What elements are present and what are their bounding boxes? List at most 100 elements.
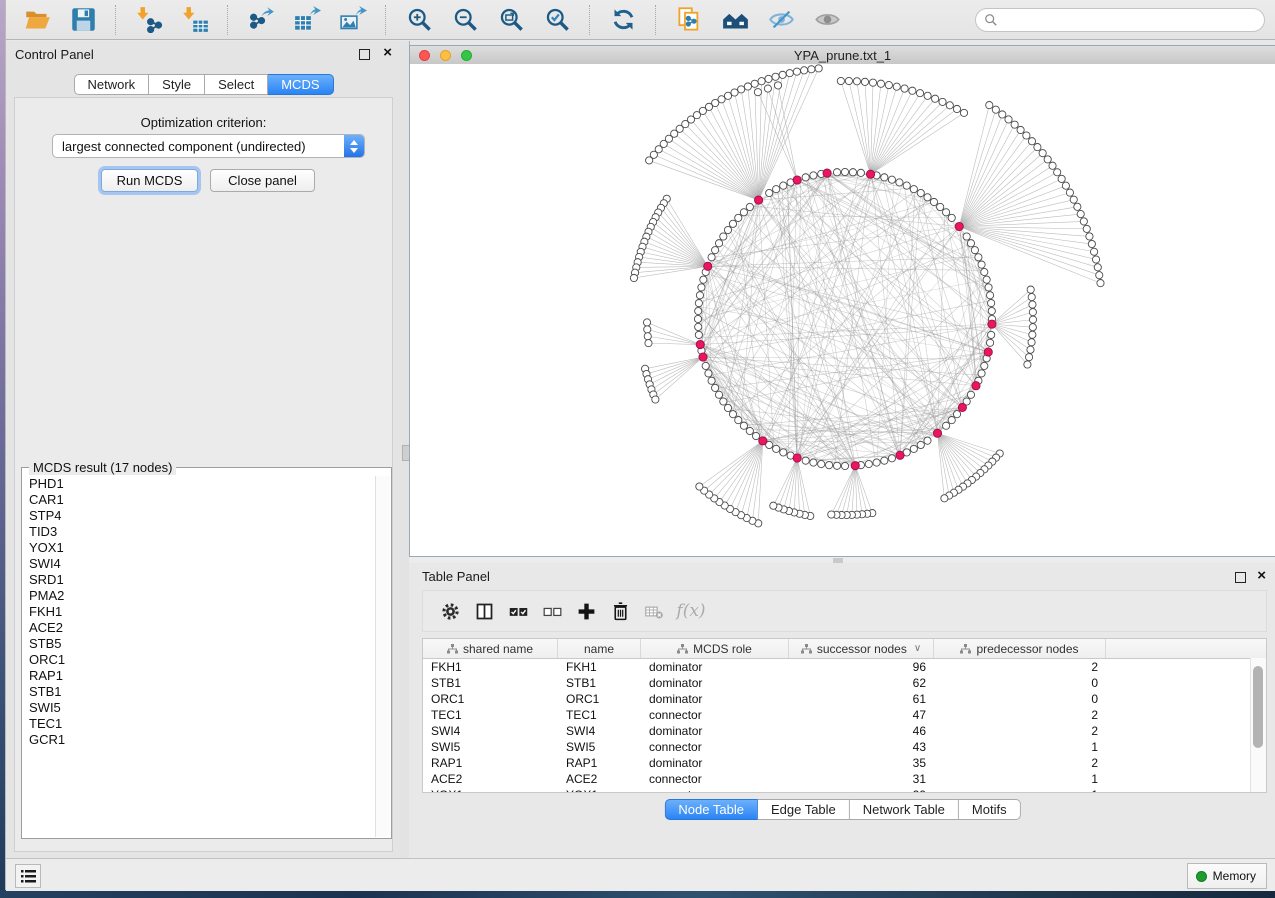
- float-table-panel-icon[interactable]: [1235, 572, 1246, 583]
- graph-node[interactable]: [1070, 196, 1077, 203]
- graph-node[interactable]: [810, 459, 817, 466]
- graph-node[interactable]: [960, 109, 967, 116]
- graph-node[interactable]: [953, 411, 960, 418]
- graph-node[interactable]: [885, 81, 892, 88]
- graph-node[interactable]: [924, 194, 931, 201]
- graph-node[interactable]: [695, 323, 702, 330]
- graph-node[interactable]: [724, 404, 731, 411]
- graph-node[interactable]: [729, 220, 736, 227]
- graph-node[interactable]: [712, 247, 719, 254]
- graph-node[interactable]: [720, 398, 727, 405]
- graph-node[interactable]: [1017, 126, 1024, 133]
- import-network-button[interactable]: [131, 3, 167, 37]
- graph-node[interactable]: [948, 214, 955, 221]
- graph-node[interactable]: [967, 240, 974, 247]
- graph-dominator-node[interactable]: [896, 451, 904, 459]
- export-image-button[interactable]: [335, 3, 371, 37]
- graph-node[interactable]: [740, 422, 747, 429]
- graph-node[interactable]: [988, 307, 995, 314]
- graph-dominator-node[interactable]: [955, 222, 963, 230]
- graph-node[interactable]: [695, 300, 702, 307]
- graph-node[interactable]: [1024, 361, 1031, 368]
- graph-node[interactable]: [857, 169, 864, 176]
- graph-node[interactable]: [877, 80, 884, 87]
- graph-node[interactable]: [873, 459, 880, 466]
- table-row[interactable]: SWI4SWI4dominator462: [423, 723, 1266, 739]
- table-scrollbar-thumb[interactable]: [1253, 666, 1263, 748]
- graph-node[interactable]: [698, 284, 705, 291]
- zoom-selected-button[interactable]: [539, 3, 575, 37]
- network-window-titlebar[interactable]: YPA_prune.txt_1: [410, 46, 1275, 65]
- graph-node[interactable]: [942, 422, 949, 429]
- column-header-shared-name[interactable]: shared name: [423, 639, 558, 658]
- graph-node[interactable]: [780, 449, 787, 456]
- graph-node[interactable]: [770, 502, 777, 509]
- graph-node[interactable]: [917, 189, 924, 196]
- zoom-out-button[interactable]: [447, 3, 483, 37]
- save-session-button[interactable]: [65, 3, 101, 37]
- graph-node[interactable]: [888, 455, 895, 462]
- graph-node[interactable]: [1097, 279, 1104, 286]
- graph-node[interactable]: [644, 333, 651, 340]
- table-scrollbar[interactable]: [1250, 658, 1266, 792]
- graph-node[interactable]: [1027, 346, 1034, 353]
- graph-node[interactable]: [1074, 203, 1081, 210]
- graph-node[interactable]: [694, 315, 701, 322]
- graph-node[interactable]: [818, 460, 825, 467]
- graph-node[interactable]: [695, 307, 702, 314]
- graph-node[interactable]: [1044, 156, 1051, 163]
- graph-node[interactable]: [963, 233, 970, 240]
- graph-node[interactable]: [833, 169, 840, 176]
- graph-node[interactable]: [810, 172, 817, 179]
- graph-node[interactable]: [802, 457, 809, 464]
- graph-node[interactable]: [909, 87, 916, 94]
- graph-node[interactable]: [758, 78, 765, 85]
- graph-node[interactable]: [988, 300, 995, 307]
- graph-node[interactable]: [881, 457, 888, 464]
- table-row[interactable]: ORC1ORC1dominator610: [423, 691, 1266, 707]
- table-tab-network-table[interactable]: Network Table: [850, 799, 959, 820]
- graph-node[interactable]: [986, 339, 993, 346]
- show-panel-list-button[interactable]: [15, 864, 41, 888]
- mcds-result-item[interactable]: ACE2: [23, 620, 375, 636]
- graph-node[interactable]: [1066, 189, 1073, 196]
- graph-node[interactable]: [841, 462, 848, 469]
- graph-node[interactable]: [917, 441, 924, 448]
- graph-dominator-node[interactable]: [933, 429, 941, 437]
- graph-node[interactable]: [924, 92, 931, 99]
- graph-node[interactable]: [1011, 121, 1018, 128]
- graph-node[interactable]: [1029, 331, 1036, 338]
- graph-node[interactable]: [774, 82, 781, 89]
- graph-dominator-node[interactable]: [823, 169, 831, 177]
- tab-style[interactable]: Style: [149, 74, 205, 95]
- add-button[interactable]: [569, 595, 603, 627]
- graph-node[interactable]: [786, 70, 793, 77]
- graph-node[interactable]: [754, 89, 761, 96]
- graph-dominator-node[interactable]: [759, 437, 767, 445]
- graph-node[interactable]: [802, 174, 809, 181]
- graph-node[interactable]: [948, 416, 955, 423]
- graph-node[interactable]: [978, 370, 985, 377]
- graph-dominator-node[interactable]: [793, 454, 801, 462]
- graph-node[interactable]: [746, 203, 753, 210]
- graph-node[interactable]: [924, 437, 931, 444]
- graph-node[interactable]: [1034, 144, 1041, 151]
- graph-node[interactable]: [841, 168, 848, 175]
- column-header-predecessor-nodes[interactable]: predecessor nodes: [934, 639, 1106, 658]
- graph-node[interactable]: [708, 377, 715, 384]
- graph-node[interactable]: [869, 79, 876, 86]
- import-table-button[interactable]: [177, 3, 213, 37]
- mcds-result-item[interactable]: TID3: [23, 524, 375, 540]
- graph-node[interactable]: [708, 254, 715, 261]
- memory-button[interactable]: Memory: [1187, 863, 1267, 889]
- graph-node[interactable]: [896, 179, 903, 186]
- graph-node[interactable]: [978, 261, 985, 268]
- delete-button[interactable]: [603, 595, 637, 627]
- mcds-result-item[interactable]: YOX1: [23, 540, 375, 556]
- graph-node[interactable]: [766, 189, 773, 196]
- graph-node[interactable]: [715, 240, 722, 247]
- graph-node[interactable]: [779, 71, 786, 78]
- graph-node[interactable]: [988, 331, 995, 338]
- graph-node[interactable]: [828, 511, 835, 518]
- hide-details-button[interactable]: [763, 3, 799, 37]
